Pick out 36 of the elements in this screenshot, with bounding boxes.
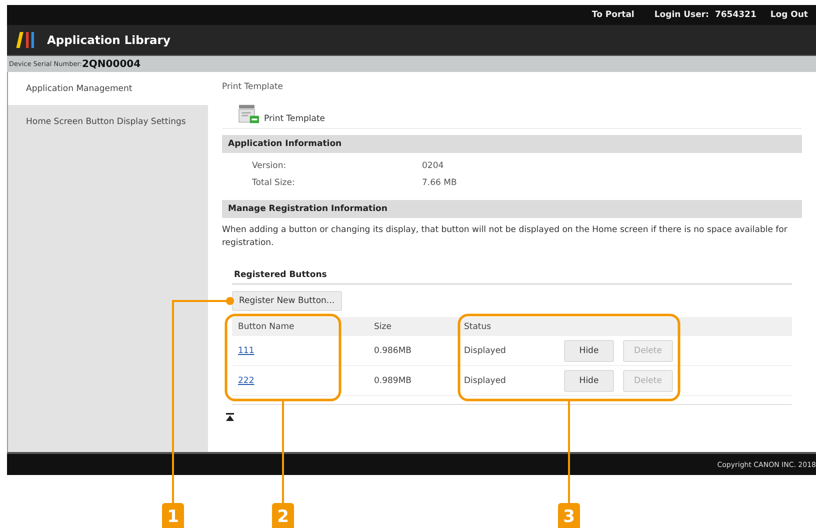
section-header: Application Information xyxy=(222,135,802,153)
column-header: Button Name xyxy=(237,322,296,332)
sidebar-item[interactable]: Application Management xyxy=(8,72,208,105)
column-header: Status xyxy=(464,322,492,332)
callout-badge: 3 xyxy=(558,503,580,528)
login-user: 7654321 xyxy=(714,10,756,20)
callout-badge: 1 xyxy=(162,503,184,528)
info-value: 7.66 MB xyxy=(422,178,458,188)
app-title: Application Library xyxy=(47,33,170,47)
sidebar-item[interactable]: Home Screen Button Display Settings xyxy=(8,105,208,138)
scroll-top-icon[interactable] xyxy=(226,413,234,421)
column-header: Size xyxy=(374,322,392,332)
register-button[interactable]: Register New Button... xyxy=(232,291,342,311)
callout-badge: 2 xyxy=(272,503,294,528)
portal-link[interactable]: To Portal xyxy=(592,10,634,20)
info-label: Version: xyxy=(252,161,288,171)
hide-button[interactable]: Hide xyxy=(564,340,614,362)
hide-button[interactable]: Hide xyxy=(564,370,614,392)
subsection-heading: Registered Buttons xyxy=(232,270,792,285)
button-name-link[interactable]: 222 xyxy=(232,376,374,386)
logout-link[interactable]: Log Out xyxy=(770,10,808,20)
section-header: Manage Registration Information xyxy=(222,200,802,218)
printer-icon xyxy=(238,104,260,124)
login-label: Login User: xyxy=(654,10,709,20)
page-caption: Print Template xyxy=(222,82,284,92)
note-text: When adding a button or changing its display, that button will not be displayed on the Home screen if there is no space available for registration. xyxy=(222,224,788,250)
table-cell-text: 0.989MB xyxy=(374,376,412,386)
status-text: Displayed xyxy=(464,346,507,356)
logo-icon xyxy=(15,32,37,48)
app-name: Print Template xyxy=(264,114,326,124)
table-cell-text: 0.986MB xyxy=(374,346,412,356)
status-text: Displayed xyxy=(464,376,507,386)
serial-number: 2QN00004 xyxy=(82,58,141,70)
button-name-link[interactable]: 111 xyxy=(232,346,374,356)
info-value: 0204 xyxy=(422,161,445,171)
info-label: Total Size: xyxy=(252,178,296,188)
